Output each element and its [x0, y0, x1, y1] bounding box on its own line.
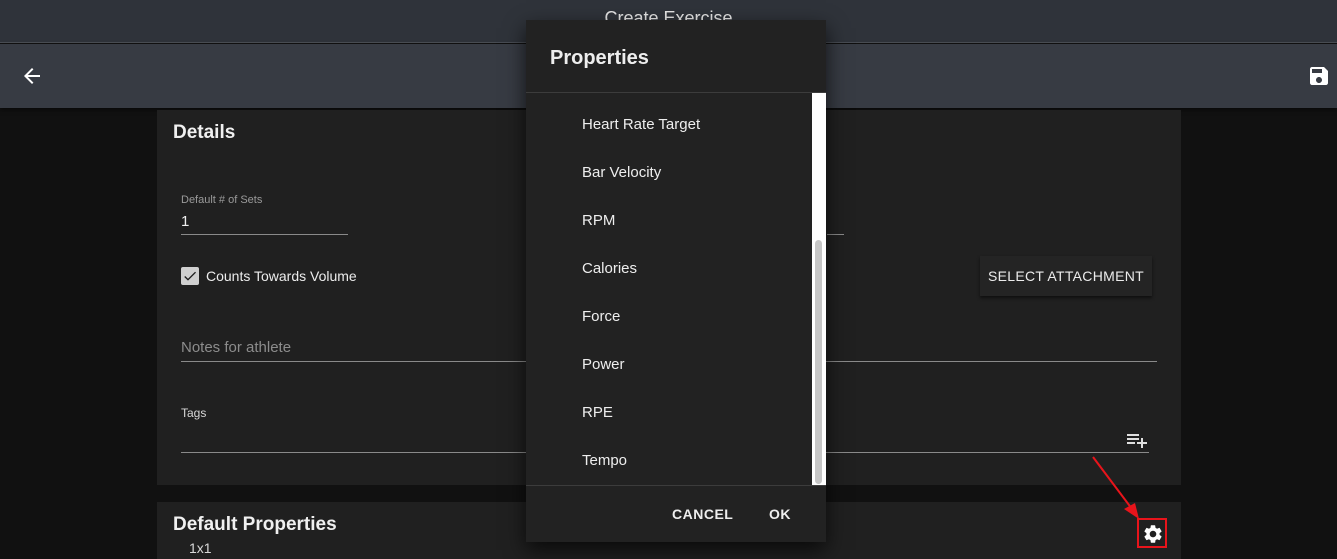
- list-scrollbar-thumb[interactable]: [815, 240, 822, 484]
- property-item[interactable]: RPE: [582, 404, 613, 421]
- property-item[interactable]: Heart Rate Target: [582, 116, 700, 133]
- dialog-divider-bottom: [526, 485, 826, 486]
- list-scrollbar[interactable]: [812, 93, 826, 485]
- back-arrow-icon[interactable]: [20, 64, 44, 88]
- property-item[interactable]: Bar Velocity: [582, 164, 661, 181]
- check-icon: [184, 271, 196, 281]
- default-properties-value: 1x1: [189, 540, 212, 556]
- gear-icon: [1144, 525, 1162, 543]
- tags-label: Tags: [181, 406, 207, 420]
- ok-button[interactable]: OK: [769, 506, 791, 522]
- sets-label: Default # of Sets: [181, 194, 263, 206]
- property-item[interactable]: Power: [582, 356, 625, 373]
- notes-input[interactable]: Notes for athlete: [181, 339, 291, 356]
- select-attachment-button[interactable]: SELECT ATTACHMENT: [979, 256, 1152, 296]
- playlist-add-icon[interactable]: [1125, 428, 1149, 452]
- cancel-button[interactable]: CANCEL: [672, 506, 733, 522]
- dialog-title: Properties: [550, 47, 649, 69]
- details-title: Details: [173, 122, 236, 143]
- default-properties-title: Default Properties: [173, 514, 337, 535]
- property-item[interactable]: Calories: [582, 260, 637, 277]
- property-item[interactable]: Tempo: [582, 452, 627, 469]
- hidden-field-underline: [827, 234, 844, 235]
- counts-volume-checkbox[interactable]: [181, 267, 199, 285]
- sets-underline: [181, 234, 348, 235]
- sets-input[interactable]: 1: [181, 213, 189, 230]
- property-item[interactable]: RPM: [582, 212, 615, 229]
- properties-list: Heart Rate Target Bar Velocity RPM Calor…: [526, 93, 812, 485]
- property-item[interactable]: Force: [582, 308, 620, 325]
- annotation-arrow: [1092, 456, 1139, 519]
- counts-volume-label: Counts Towards Volume: [206, 268, 357, 284]
- properties-dialog: Properties Heart Rate Target Bar Velocit…: [526, 20, 826, 542]
- save-icon[interactable]: [1307, 64, 1331, 88]
